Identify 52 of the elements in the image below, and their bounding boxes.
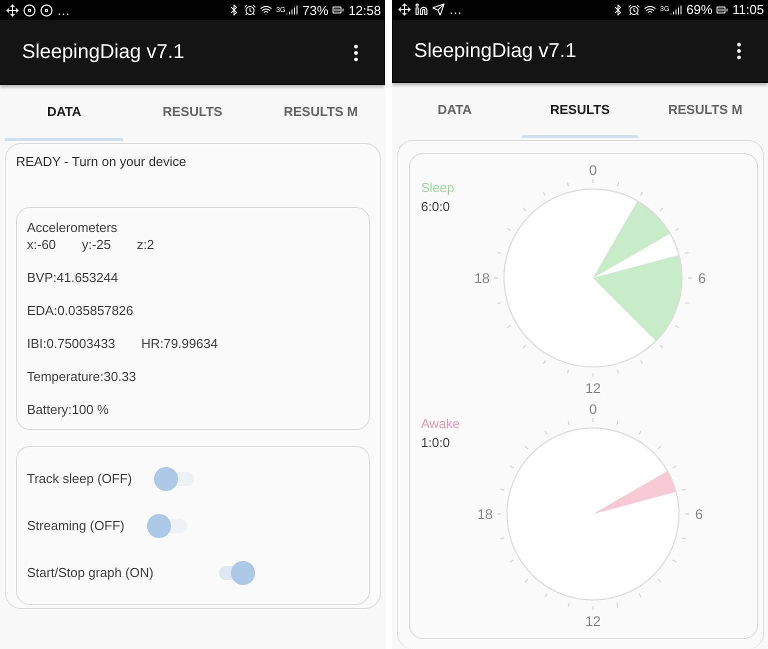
- hour-label: 18: [474, 270, 490, 286]
- sensor-reading: HR:79.99634: [141, 336, 218, 351]
- sensor-reading: Temperature:30.33: [27, 369, 136, 384]
- send-icon: [432, 3, 445, 16]
- axis-value: z:2: [136, 237, 154, 252]
- switch-label: Track sleep (OFF): [27, 471, 132, 486]
- hour-label: 0: [589, 401, 597, 418]
- sensor-reading: BVP:41.653244: [27, 270, 118, 285]
- duration-text: 6:0:0: [421, 199, 451, 214]
- tab[interactable]: DATA: [397, 83, 512, 138]
- hour-label: 6: [698, 270, 706, 286]
- clock-time: 12:58: [348, 2, 381, 18]
- tab[interactable]: RESULTS: [133, 85, 252, 141]
- sensor-reading: EDA:0.035857826: [27, 303, 134, 318]
- tab[interactable]: RESULTS M: [262, 85, 380, 141]
- axis-value: y:-25: [82, 237, 111, 252]
- duration-text: 1:0:0: [421, 435, 451, 450]
- dial-label: Sleep: [421, 180, 456, 196]
- disc-icon: [40, 4, 53, 16]
- toggle-switch[interactable]: [146, 514, 187, 538]
- more-notifications: …: [57, 2, 70, 18]
- toggle-switch[interactable]: [154, 466, 194, 490]
- move-icon: [6, 4, 19, 16]
- battery-icon: [716, 4, 728, 16]
- dial-label: Awake: [421, 416, 461, 432]
- hour-label: 12: [585, 613, 601, 630]
- sensor-reading: Battery:100 %: [27, 402, 109, 417]
- hour-label: 0: [589, 162, 597, 178]
- disc-icon: [23, 4, 36, 16]
- hour-label: 6: [695, 506, 703, 522]
- hour-label: 12: [585, 380, 601, 396]
- battery-icon: [332, 4, 344, 16]
- signal-icon: [286, 4, 298, 16]
- switch-label: Start/Stop graph (ON): [27, 565, 154, 580]
- app-title: SleepingDiag v7.1: [22, 41, 186, 64]
- tab[interactable]: RESULTS M: [648, 83, 763, 138]
- battery-percent: 69%: [686, 2, 712, 18]
- axis-value: x:-60: [27, 237, 56, 252]
- switch-label: Streaming (OFF): [27, 518, 125, 533]
- more-notifications: …: [449, 2, 462, 18]
- clock-time: 11:05: [732, 2, 764, 18]
- sensor-reading: IBI:0.75003433: [27, 336, 116, 351]
- status-message: READY - Turn on your device: [16, 154, 188, 169]
- linkedin-icon: [415, 3, 428, 16]
- sensor-title: Accelerometers: [27, 220, 118, 235]
- signal-icon: [670, 4, 682, 16]
- alarm-icon: [244, 4, 256, 16]
- battery-percent: 73%: [302, 2, 328, 18]
- move-icon: [398, 3, 411, 16]
- alarm-icon: [628, 4, 640, 16]
- hour-label: 18: [477, 506, 493, 522]
- app-title: SleepingDiag v7.1: [414, 40, 578, 63]
